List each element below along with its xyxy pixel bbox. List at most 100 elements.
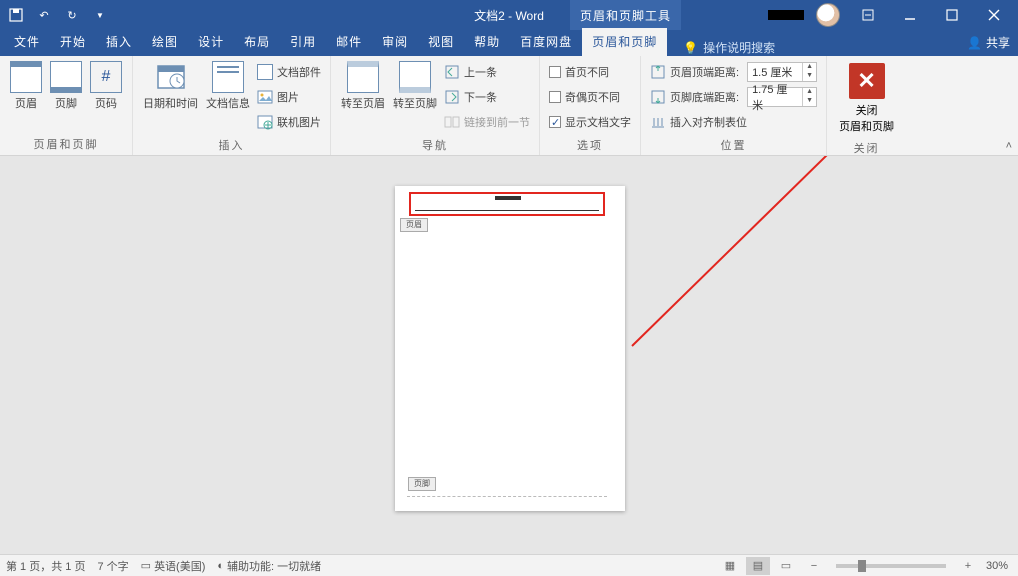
status-words[interactable]: 7 个字 <box>97 558 128 574</box>
footer-button[interactable]: 页脚 <box>46 59 86 113</box>
odd-even-diff-label: 奇偶页不同 <box>565 89 620 105</box>
zoom-level[interactable]: 30% <box>986 560 1008 572</box>
statusbar: 第 1 页，共 1 页 7 个字 ▭ 英语(美国) ◐ 辅助功能: 一切就绪 ▦… <box>0 554 1018 576</box>
view-web-icon[interactable]: ▭ <box>774 557 798 575</box>
goto-header-icon <box>347 61 379 93</box>
show-doc-text-checkbox[interactable]: ✓ 显示文档文字 <box>549 111 631 133</box>
header-button[interactable]: 页眉 <box>6 59 46 113</box>
footer-bottom-label: 页脚底端距离: <box>670 89 739 105</box>
group-options-label: 选项 <box>546 135 634 156</box>
tab-review[interactable]: 审阅 <box>372 28 418 56</box>
minimize-icon[interactable] <box>890 0 930 30</box>
save-icon[interactable] <box>4 3 28 27</box>
tab-file[interactable]: 文件 <box>4 28 50 56</box>
spinner-down-icon[interactable]: ▼ <box>803 72 816 81</box>
status-language[interactable]: ▭ 英语(美国) <box>141 558 206 574</box>
link-icon <box>444 114 460 130</box>
footer-distance-input[interactable]: 1.75 厘米 ▲▼ <box>747 87 817 107</box>
zoom-out-icon[interactable]: − <box>802 557 826 575</box>
spinner-up-icon[interactable]: ▲ <box>803 63 816 72</box>
link-prev-button[interactable]: 链接到前一节 <box>444 111 530 133</box>
next-icon <box>444 89 460 105</box>
docinfo-icon <box>212 61 244 93</box>
group-insert: 日期和时间 文档信息 文档部件 图片 <box>133 56 331 155</box>
tab-design[interactable]: 设计 <box>188 28 234 56</box>
ribbon-tabstrip: 文件 开始 插入 绘图 设计 布局 引用 邮件 审阅 视图 帮助 百度网盘 页眉… <box>0 30 1018 56</box>
tab-references[interactable]: 引用 <box>280 28 326 56</box>
header-distance-input[interactable]: 1.5 厘米 ▲▼ <box>747 62 817 82</box>
insert-align-tab-label: 插入对齐制表位 <box>670 114 747 130</box>
goto-header-button[interactable]: 转至页眉 <box>337 59 389 113</box>
view-read-icon[interactable]: ▦ <box>718 557 742 575</box>
undo-icon[interactable]: ↶ <box>32 3 56 27</box>
docinfo-label: 文档信息 <box>206 95 250 111</box>
picture-label: 图片 <box>277 89 299 105</box>
view-print-icon[interactable]: ▤ <box>746 557 770 575</box>
close-header-footer-button[interactable]: ✕ 关闭 页眉和页脚 <box>833 59 900 138</box>
titlebar-right <box>768 0 1014 30</box>
footer-icon <box>50 61 82 93</box>
ribbon: 页眉 页脚 # 页码 页眉和页脚 日期和时间 文档信息 <box>0 56 1018 156</box>
header-top-row: 页眉顶端距离: 1.5 厘米 ▲▼ <box>650 61 817 83</box>
page[interactable]: 页眉 页脚 <box>395 186 625 511</box>
share-icon: 👤 <box>967 36 982 50</box>
pagenum-button[interactable]: # 页码 <box>86 59 126 113</box>
tab-draw[interactable]: 绘图 <box>142 28 188 56</box>
tab-mailings[interactable]: 邮件 <box>326 28 372 56</box>
online-picture-button[interactable]: 联机图片 <box>257 111 321 133</box>
header-icon <box>10 61 42 93</box>
close-icon[interactable] <box>974 0 1014 30</box>
accessibility-icon: ◐ <box>217 560 224 572</box>
zoom-slider[interactable] <box>836 564 946 568</box>
docinfo-button[interactable]: 文档信息 <box>202 59 254 113</box>
zoom-in-icon[interactable]: + <box>956 557 980 575</box>
datetime-button[interactable]: 日期和时间 <box>139 59 202 113</box>
footer-distance-value: 1.75 厘米 <box>748 81 802 113</box>
header-tab-label: 页眉 <box>400 218 428 232</box>
footer-tab-label: 页脚 <box>408 477 436 491</box>
odd-even-diff-checkbox[interactable]: 奇偶页不同 <box>549 86 631 108</box>
docparts-label: 文档部件 <box>277 64 321 80</box>
group-header-footer: 页眉 页脚 # 页码 页眉和页脚 <box>0 56 133 155</box>
insert-align-tab-button[interactable]: 插入对齐制表位 <box>650 111 817 133</box>
tab-insert[interactable]: 插入 <box>96 28 142 56</box>
group-header-footer-label: 页眉和页脚 <box>6 134 126 155</box>
status-page[interactable]: 第 1 页，共 1 页 <box>6 558 85 574</box>
tab-header-footer[interactable]: 页眉和页脚 <box>582 28 667 56</box>
spinner-down-icon[interactable]: ▼ <box>803 97 816 106</box>
tab-layout[interactable]: 布局 <box>234 28 280 56</box>
first-page-diff-checkbox[interactable]: 首页不同 <box>549 61 631 83</box>
goto-footer-button[interactable]: 转至页脚 <box>389 59 441 113</box>
document-area[interactable]: 页眉 页脚 <box>0 156 1018 554</box>
online-picture-icon <box>257 114 273 130</box>
redo-icon[interactable]: ↻ <box>60 3 84 27</box>
next-section-button[interactable]: 下一条 <box>444 86 530 108</box>
prev-section-button[interactable]: 上一条 <box>444 61 530 83</box>
spinner-up-icon[interactable]: ▲ <box>803 88 816 97</box>
tab-home[interactable]: 开始 <box>50 28 96 56</box>
collapse-ribbon-icon[interactable]: ˄ <box>1006 140 1012 152</box>
tell-me-search[interactable]: 💡 操作说明搜索 <box>683 39 775 56</box>
share-button[interactable]: 👤 共享 <box>967 34 1010 51</box>
close-sub-label: 页眉和页脚 <box>839 118 894 134</box>
close-x-icon: ✕ <box>849 63 885 99</box>
maximize-icon[interactable] <box>932 0 972 30</box>
avatar[interactable] <box>816 3 840 27</box>
tab-view[interactable]: 视图 <box>418 28 464 56</box>
status-accessibility[interactable]: ◐ 辅助功能: 一切就绪 <box>217 558 321 574</box>
qat-dropdown-icon[interactable]: ▼ <box>88 3 112 27</box>
ribbon-options-icon[interactable] <box>848 0 888 30</box>
username-redacted <box>768 10 804 20</box>
checkbox-checked-icon: ✓ <box>549 116 561 128</box>
docparts-button[interactable]: 文档部件 <box>257 61 321 83</box>
tab-help[interactable]: 帮助 <box>464 28 510 56</box>
zoom-thumb[interactable] <box>858 560 866 572</box>
header-content[interactable] <box>495 196 521 200</box>
header-rule <box>415 210 599 211</box>
picture-button[interactable]: 图片 <box>257 86 321 108</box>
close-label: 关闭 <box>856 102 878 118</box>
link-prev-label: 链接到前一节 <box>464 114 530 130</box>
tell-me-label: 操作说明搜索 <box>703 39 775 56</box>
header-top-label: 页眉顶端距离: <box>670 64 739 80</box>
tab-baidu[interactable]: 百度网盘 <box>510 28 582 56</box>
